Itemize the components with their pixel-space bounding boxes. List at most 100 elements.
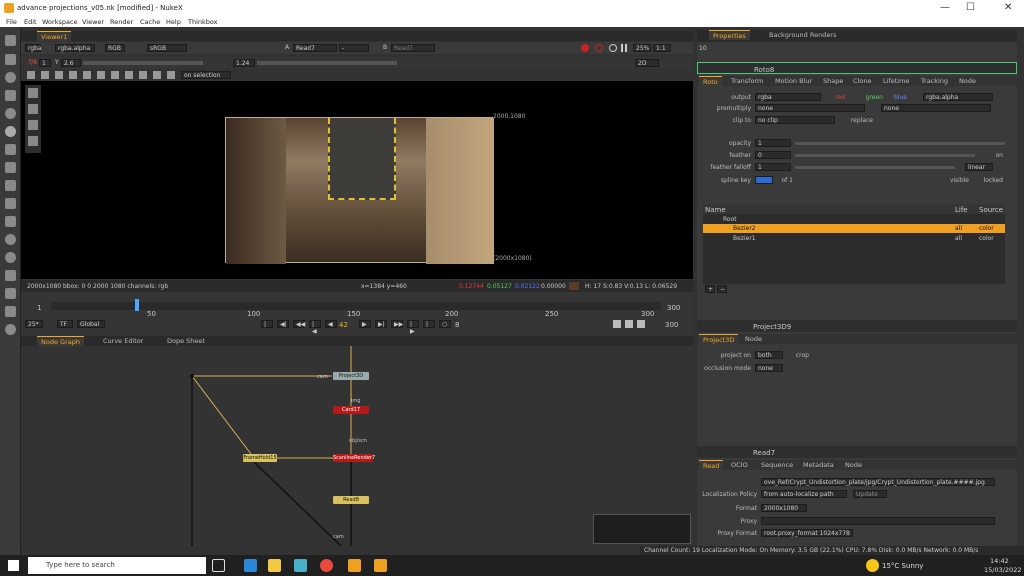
menu-viewer[interactable]: Viewer (82, 18, 104, 26)
file-field[interactable]: ove_Ref/Crypt_Undistortion_plate/jpg/Cry… (761, 478, 995, 486)
pause-icon[interactable] (621, 44, 627, 52)
tf-select[interactable]: TF (57, 320, 73, 328)
draw-icon[interactable] (5, 54, 16, 65)
refresh-icon[interactable] (595, 44, 603, 52)
menu-file[interactable]: File (6, 18, 17, 26)
loop-button[interactable]: ○ (439, 320, 451, 328)
premultiply-select[interactable]: none (755, 104, 865, 112)
falloff-slider[interactable] (795, 166, 955, 169)
minimize-button[interactable]: — (940, 2, 950, 13)
layer-bezier1[interactable]: Bezier1 all color (703, 234, 1005, 243)
3d-icon[interactable] (5, 198, 16, 209)
other-icon[interactable] (5, 306, 16, 317)
scanline-node[interactable]: ScanlineRender7 (333, 454, 375, 462)
menu-edit[interactable]: Edit (24, 18, 37, 26)
edge-icon[interactable] (244, 559, 257, 572)
nuke-taskbar-icon[interactable] (348, 559, 361, 572)
project3d-node-name[interactable]: Project3D9 (753, 323, 791, 331)
remove-layer-button[interactable]: − (717, 285, 727, 293)
menu-render[interactable]: Render (110, 18, 133, 26)
colorspace-select[interactable]: sRGB (147, 44, 187, 52)
alpha-channel-select[interactable]: rgba.alpha (923, 93, 993, 101)
node-tool-icon[interactable] (28, 104, 38, 114)
node-graph[interactable]: Project3D cam img Card17 obj/scn Scanlin… (21, 346, 693, 546)
record-icon[interactable] (581, 44, 589, 52)
flipbook-icon[interactable] (625, 320, 633, 328)
timeline-cursor[interactable] (135, 299, 139, 311)
weather-text[interactable]: 15°C Sunny (882, 562, 923, 570)
prev-key-button[interactable]: ◀| (277, 320, 289, 328)
tab-read-node[interactable]: Node (841, 460, 866, 470)
project-on-select[interactable]: both (755, 351, 783, 359)
gamma-value-field[interactable]: 1.24 (233, 59, 255, 67)
rgb-select[interactable]: RGB (105, 44, 125, 52)
particles-icon[interactable] (5, 216, 16, 227)
max-panels-count[interactable]: 10 (699, 45, 707, 52)
transform-icon[interactable] (5, 180, 16, 191)
localization-select[interactable]: from auto-localize path (761, 490, 847, 498)
nuke-taskbar-icon-2[interactable] (374, 559, 387, 572)
menu-help[interactable]: Help (166, 18, 181, 26)
gain-slider[interactable] (83, 61, 203, 65)
first-frame-button[interactable]: | (261, 320, 273, 328)
opacity-slider[interactable] (795, 142, 1005, 145)
input-b-select[interactable]: Read7 (391, 44, 435, 52)
tab-motion-blur[interactable]: Motion Blur (771, 76, 816, 86)
locked-toggle[interactable]: locked (977, 177, 1003, 184)
taskbar-search[interactable]: Type here to search (28, 557, 206, 574)
roi-icon[interactable] (609, 44, 617, 52)
time-icon[interactable] (5, 72, 16, 83)
viewer-canvas[interactable]: 2000,1080 (2000x1080) (21, 81, 693, 279)
falloff-field[interactable]: 1 (755, 163, 791, 171)
gamma-field[interactable]: 2.6 (61, 59, 81, 67)
premultiply-select-2[interactable]: none (881, 104, 991, 112)
play-forward-button[interactable]: ▶ (359, 320, 371, 328)
format-select[interactable]: 2000x1080 (761, 504, 807, 512)
replace-toggle[interactable]: replace (847, 117, 873, 124)
playback-mode-icon[interactable] (613, 320, 621, 328)
tab-read[interactable]: Read (699, 460, 724, 470)
channel-icon[interactable] (5, 90, 16, 101)
view-mode-select[interactable]: 2D (635, 59, 659, 67)
occlusion-select[interactable]: none (755, 364, 783, 372)
add-layer-button[interactable]: + (705, 285, 715, 293)
tab-transform[interactable]: Transform (727, 76, 767, 86)
color-icon[interactable] (5, 108, 16, 119)
menu-thinkbox[interactable]: Thinkbox (188, 18, 218, 26)
tab-dope-sheet[interactable]: Dope Sheet (163, 336, 209, 346)
tab-metadata[interactable]: Metadata (799, 460, 838, 470)
read8-node[interactable]: Read8 (333, 496, 369, 504)
clock-time[interactable]: 14:42 (990, 557, 1009, 565)
deep-icon[interactable] (5, 234, 16, 245)
windows-start-icon[interactable] (8, 560, 19, 571)
alpha-select[interactable]: rgba.alpha (55, 44, 95, 52)
clip-select[interactable]: no clip (755, 116, 835, 124)
color-picker-icon[interactable] (153, 71, 161, 79)
step-forward-button[interactable]: ▶| (375, 320, 387, 328)
current-frame[interactable]: 42 (339, 321, 348, 329)
proxy-format-select[interactable]: root.proxy_format 1024x778 (761, 529, 853, 537)
blue-toggle[interactable]: blue (885, 94, 907, 101)
tab-ocio[interactable]: OCIO (727, 460, 752, 470)
next-frame-button[interactable]: ▶▶ (391, 320, 403, 328)
grid-icon[interactable] (97, 71, 105, 79)
brush-tool-icon[interactable] (28, 136, 38, 146)
step-back-button[interactable]: |◀ (309, 320, 321, 335)
alpha-icon[interactable] (167, 71, 175, 79)
green-toggle[interactable]: green (857, 94, 883, 101)
overlay-icon[interactable] (41, 71, 49, 79)
metadata-icon[interactable] (5, 270, 16, 281)
app-icon[interactable] (294, 559, 307, 572)
gamma-slider[interactable] (257, 61, 397, 65)
tab-node[interactable]: Node (955, 76, 980, 86)
roto-node-name[interactable]: Roto8 (754, 66, 774, 74)
clock-date[interactable]: 15/03/2022 (984, 566, 1021, 574)
input-a-select[interactable]: Read7 (293, 44, 337, 52)
settings-icon[interactable] (27, 71, 35, 79)
play-back-button[interactable]: ◀ (325, 320, 337, 328)
tab-curve-editor[interactable]: Curve Editor (99, 336, 147, 346)
next-key-button[interactable]: |▶ (407, 320, 419, 335)
crop-icon[interactable] (111, 71, 119, 79)
furnace-icon[interactable] (5, 324, 16, 335)
toolsets-icon[interactable] (5, 288, 16, 299)
